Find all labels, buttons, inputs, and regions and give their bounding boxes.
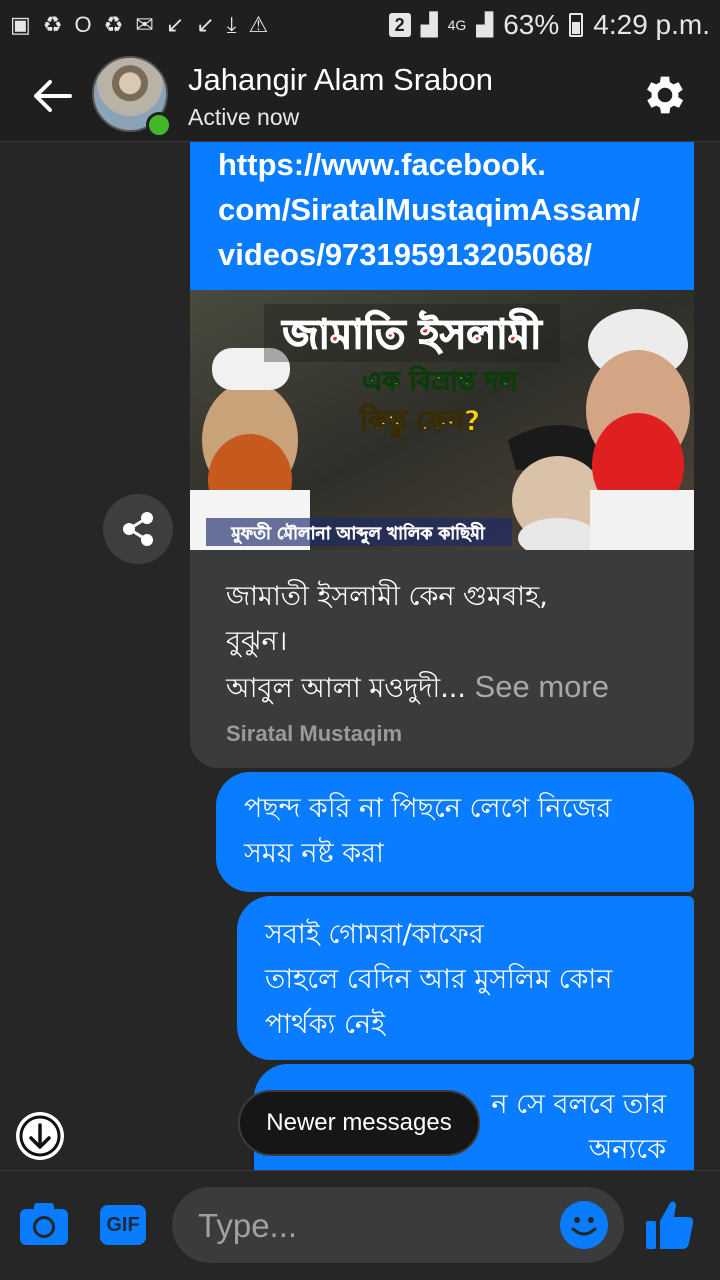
emoji-button[interactable] — [560, 1201, 608, 1249]
thumbnail-subline: এক বিভ্রান্ত দল — [362, 365, 519, 397]
message-input[interactable] — [196, 1199, 540, 1253]
scroll-down-button[interactable] — [16, 1112, 64, 1160]
opera-icon: O — [74, 12, 92, 37]
message-line: তাহলে বেদিন আর মুসলিম কোন — [265, 964, 613, 995]
missed-call-icon: ↙ — [196, 12, 215, 37]
message-line: সময় নষ্ট করা — [244, 838, 384, 869]
link-preview-details[interactable]: জামাতী ইসলামী কেন গুমৰাহ, বুঝুন। আবুল আল… — [190, 550, 694, 768]
network-type: 4G — [447, 17, 467, 33]
message-line: সবাই গোমরা/কাফের — [265, 919, 484, 950]
battery-percent: 63% — [503, 9, 560, 40]
gear-icon — [647, 76, 684, 114]
camera-button[interactable] — [18, 1201, 70, 1247]
link-share-card[interactable]: https://www.facebook. com/SiratalMustaqi… — [190, 142, 694, 768]
clock: 4:29 p.m. — [593, 9, 710, 40]
gallery-icon: ▣ — [10, 12, 31, 37]
arrow-down-icon — [19, 1115, 61, 1157]
thumbs-up-icon — [646, 1201, 694, 1249]
settings-button[interactable] — [640, 70, 690, 120]
link-url-line: com/SiratalMustaqimAssam/ — [218, 192, 641, 227]
thumbnail-caption: মুফতী মৌলানা আব্দুল খালিক কাছিমী — [230, 522, 485, 545]
see-more-link[interactable]: See more — [475, 669, 609, 704]
gif-button[interactable]: GIF — [100, 1205, 146, 1245]
link-url-line: https://www.facebook. — [218, 147, 546, 182]
thumbnail-question: কিন্তু কেন? — [359, 403, 481, 439]
download-icon: ⤓ — [226, 12, 237, 37]
mail-icon: ✉ — [135, 12, 154, 37]
notification-icons: ▣ ♻ O ♻ ✉ ↙ ↙ ⤓ ⚠ — [10, 12, 268, 38]
link-url-line: videos/973195913205068/ — [218, 237, 593, 272]
missed-call-icon: ↙ — [165, 12, 185, 37]
link-url-bubble[interactable]: https://www.facebook. com/SiratalMustaqi… — [190, 142, 694, 290]
signal-strength-icon: ▟ — [476, 12, 494, 37]
like-button[interactable] — [644, 1197, 696, 1251]
system-indicators: 2 ▟ 4G ▟ 63% 4:29 p.m. — [388, 9, 710, 41]
active-status-dot — [146, 112, 172, 138]
smiley-icon — [571, 1217, 597, 1236]
message-composer: GIF — [0, 1170, 720, 1280]
thumbnail-headline: জামাতি ইসলামী — [281, 308, 543, 358]
signal-icon: ▟ — [420, 12, 438, 37]
video-thumbnail[interactable]: জামাতি ইসলামী এক বিভ্রান্ত দল কিন্তু কেন… — [190, 290, 694, 550]
recycle-icon: ♻ — [103, 12, 124, 37]
back-button[interactable] — [28, 76, 76, 116]
contact-name[interactable]: Jahangir Alam Srabon — [188, 62, 493, 98]
warning-icon: ⚠ — [248, 12, 269, 37]
sim-badge: 2 — [388, 13, 411, 37]
chat-header: Jahangir Alam Srabon Active now — [0, 50, 720, 142]
battery-icon — [569, 13, 584, 37]
message-thread[interactable]: https://www.facebook. com/SiratalMustaqi… — [0, 142, 720, 1170]
description-text: আবুল আলা মওদুদী... — [226, 673, 466, 704]
link-description: জামাতী ইসলামী কেন গুমৰাহ, বুঝুন। আবুল আল… — [226, 574, 658, 711]
camera-icon — [20, 1203, 68, 1245]
sent-message[interactable]: পছন্দ করি না পিছনে লেগে নিজের সময় নষ্ট … — [216, 772, 694, 892]
status-bar: ▣ ♻ O ♻ ✉ ↙ ↙ ⤓ ⚠ 2 ▟ 4G ▟ 63% 4:29 p.m. — [0, 0, 720, 50]
recycle-icon: ♻ — [42, 12, 63, 37]
back-arrow-icon — [34, 80, 72, 112]
share-button[interactable] — [103, 494, 173, 564]
description-line: আবুল আলা মওদুদী... See more — [226, 664, 658, 711]
description-line: বুঝুন। — [226, 626, 288, 657]
link-source: Siratal Mustaqim — [226, 721, 403, 746]
message-line: পছন্দ করি না পিছনে লেগে নিজের — [244, 793, 612, 824]
thumbnail-artwork: জামাতি ইসলামী এক বিভ্রান্ত দল কিন্তু কেন… — [190, 290, 694, 550]
newer-messages-button[interactable]: Newer messages — [238, 1090, 480, 1156]
share-icon — [123, 512, 153, 546]
message-line: পার্থক্য নেই — [265, 1009, 386, 1040]
description-line: জামাতী ইসলামী কেন গুমৰাহ, — [226, 581, 548, 612]
active-status: Active now — [188, 104, 300, 130]
sent-message[interactable]: সবাই গোমরা/কাফের তাহলে বেদিন আর মুসলিম ক… — [237, 896, 694, 1060]
message-input-wrapper[interactable] — [172, 1187, 624, 1263]
